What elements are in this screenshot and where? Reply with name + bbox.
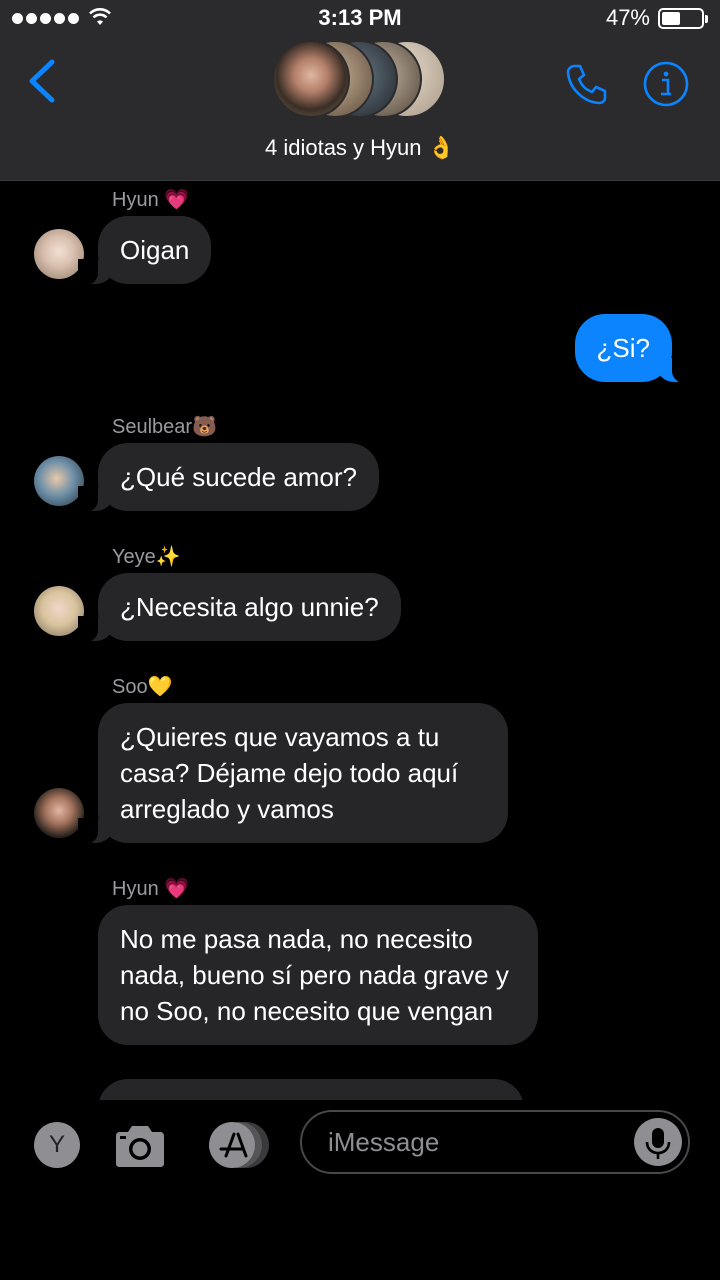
message-bubble[interactable] (98, 1079, 524, 1100)
sender-avatar[interactable] (34, 586, 84, 636)
message-input-field[interactable] (300, 1110, 690, 1174)
message-list[interactable]: Hyun 💗 Oigan ¿Si? Seulbear🐻 ¿Qué sucede … (0, 181, 720, 1100)
message-text: Oigan (120, 235, 190, 265)
sender-avatar[interactable] (34, 229, 84, 279)
group-name[interactable]: 4 idiotas y Hyun 👌 (0, 135, 720, 161)
battery-percent: 47% (605, 5, 650, 30)
message-bubble[interactable]: No me pasa nada, no necesito nada, bueno… (98, 905, 538, 1045)
microphone-icon[interactable] (634, 1118, 682, 1166)
sender-name: Seulbear🐻 (112, 416, 217, 438)
message-text: ¿Qué sucede amor? (120, 462, 358, 492)
sender-name: Hyun 💗 (112, 189, 190, 211)
message-text: ¿Necesita algo unnie? (120, 592, 379, 622)
message-text: No me pasa nada, no necesito nada, bueno… (120, 924, 509, 1026)
status-bar: 3:13 PM 47% (0, 0, 720, 36)
phone-icon[interactable] (562, 60, 610, 108)
info-icon[interactable] (642, 60, 690, 108)
message-text: ¿Quieres que vayamos a tu casa? Déjame d… (120, 722, 459, 824)
back-chevron-icon[interactable] (22, 56, 62, 106)
group-avatars[interactable] (272, 40, 452, 120)
message-bubble[interactable]: Oigan (77, 216, 212, 285)
sender-name: Soo💛 (112, 676, 173, 698)
app-store-icon[interactable] (204, 1120, 270, 1170)
sender-name: Yeye✨ (112, 546, 181, 568)
chat-header: 3:13 PM 47% 4 idiotas y Hyun 👌 (0, 0, 720, 181)
camera-icon[interactable] (112, 1122, 168, 1170)
message-bubble[interactable]: ¿Necesita algo unnie? (78, 573, 401, 642)
memoji-button[interactable]: Y (34, 1122, 80, 1168)
message-bubble[interactable]: ¿Qué sucede amor? (77, 443, 380, 512)
battery-icon (658, 8, 708, 29)
group-avatar (272, 40, 350, 118)
sender-avatar[interactable] (34, 788, 84, 838)
message-bubble-outgoing[interactable]: ¿Si? (574, 314, 693, 383)
message-bubble[interactable]: ¿Quieres que vayamos a tu casa? Déjame d… (78, 703, 508, 844)
composer-bar: Y (0, 1100, 720, 1280)
sender-name: Hyun 💗 (112, 878, 190, 900)
message-input[interactable] (328, 1122, 628, 1162)
message-text: ¿Si? (596, 333, 650, 363)
sender-avatar[interactable] (34, 456, 84, 506)
